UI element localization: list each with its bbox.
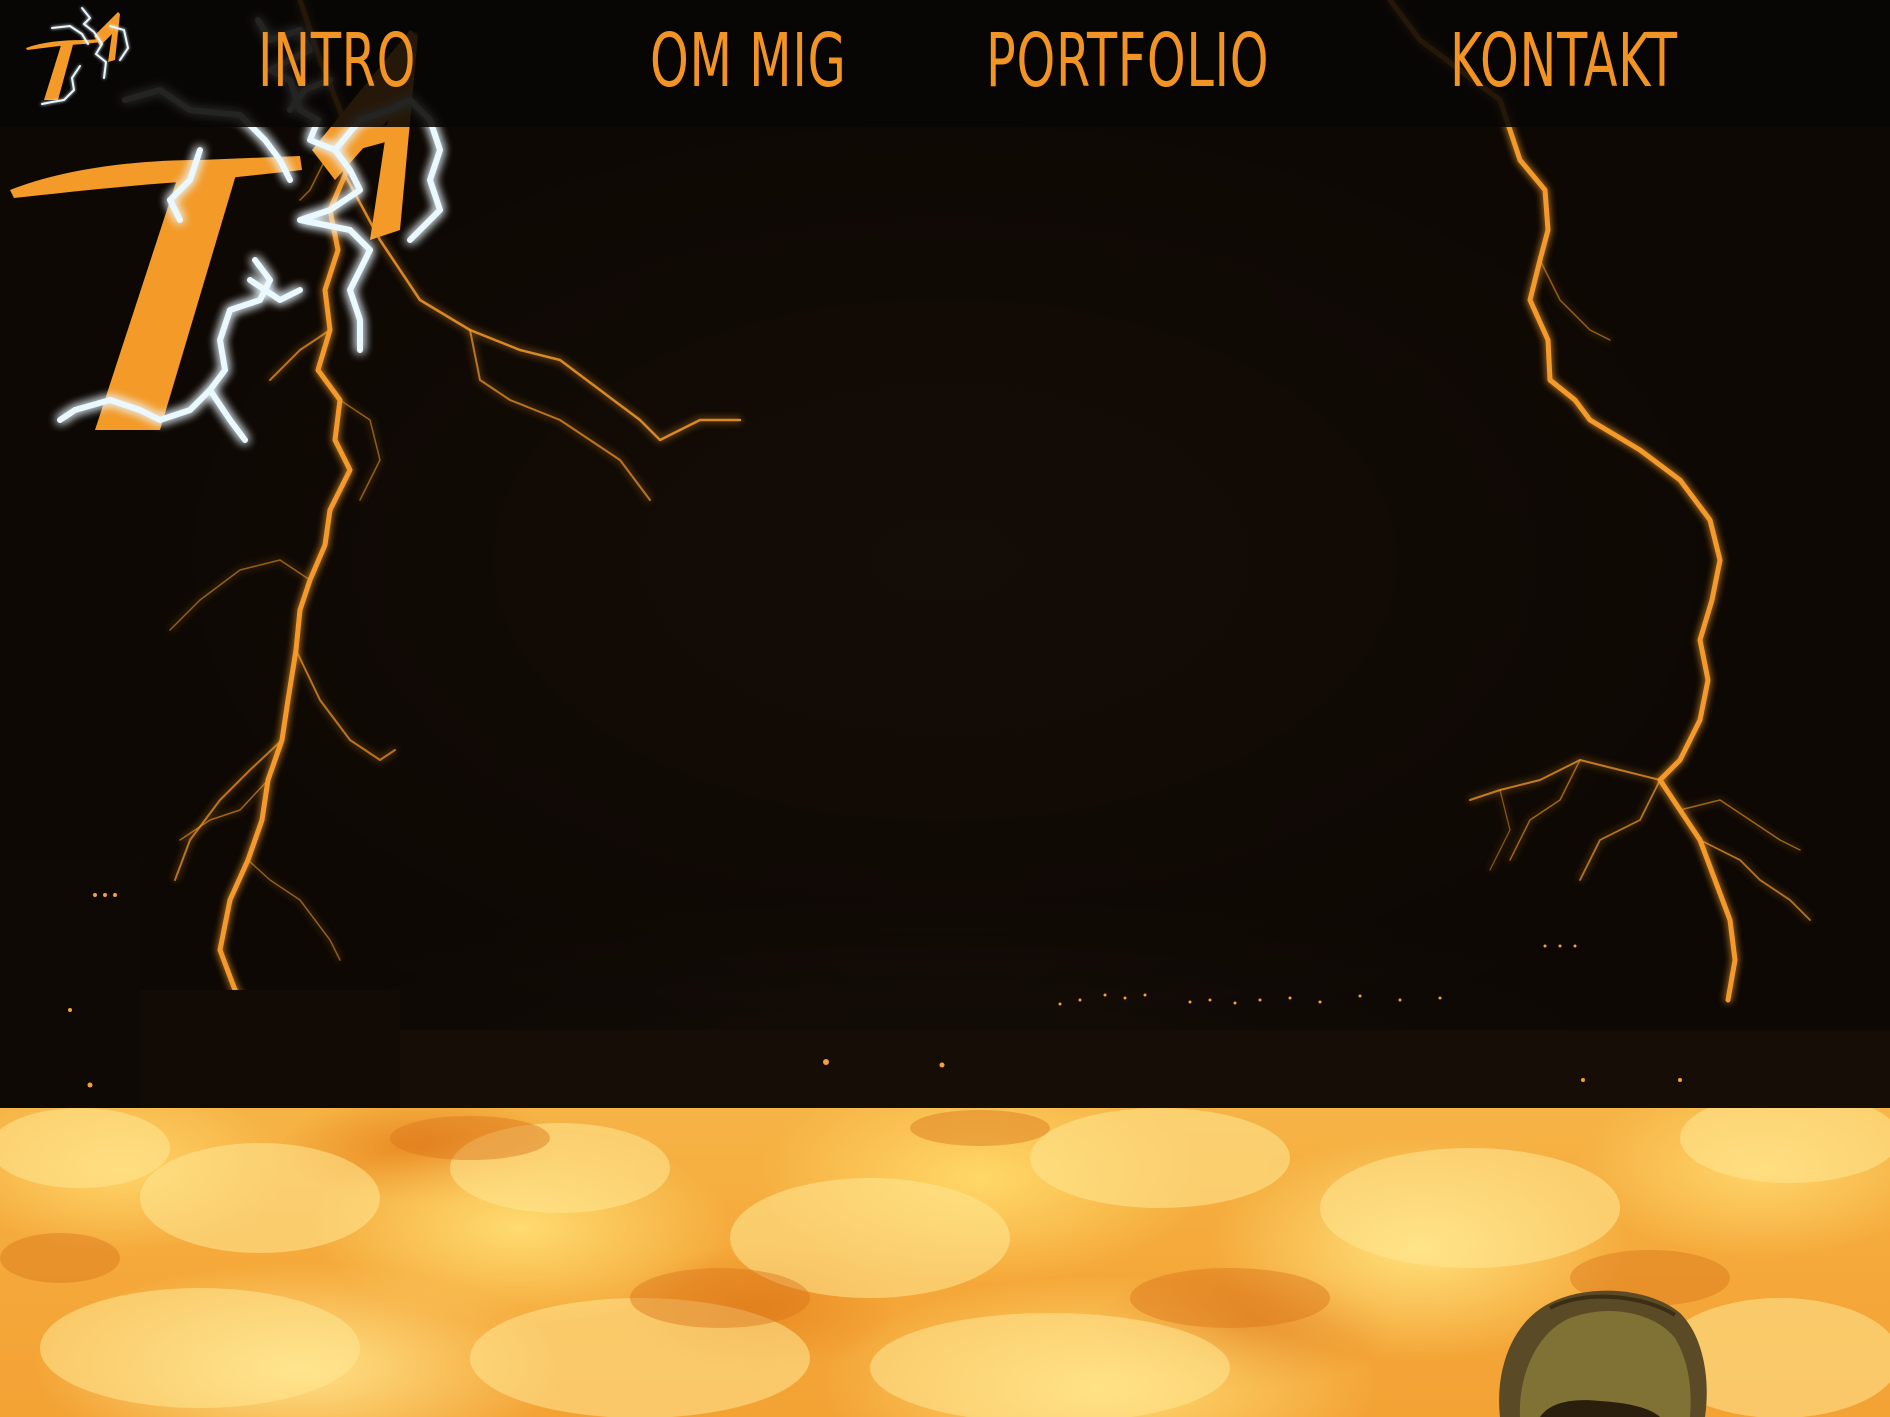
nav-intro[interactable]: INTRO: [258, 16, 416, 106]
nav-om-mig[interactable]: OM MIG: [650, 16, 847, 106]
about-section-clouds: [0, 1108, 1890, 1417]
nav-kontakt[interactable]: KONTAKT: [1450, 16, 1678, 106]
ta-lightning-logo-icon[interactable]: [22, 4, 134, 110]
top-navbar: INTRO OM MIG PORTFOLIO KONTAKT: [0, 0, 1890, 127]
hero-section: [0, 0, 1890, 1108]
person-cap-photo: [1499, 1290, 1707, 1417]
nav-portfolio[interactable]: PORTFOLIO: [986, 16, 1269, 106]
